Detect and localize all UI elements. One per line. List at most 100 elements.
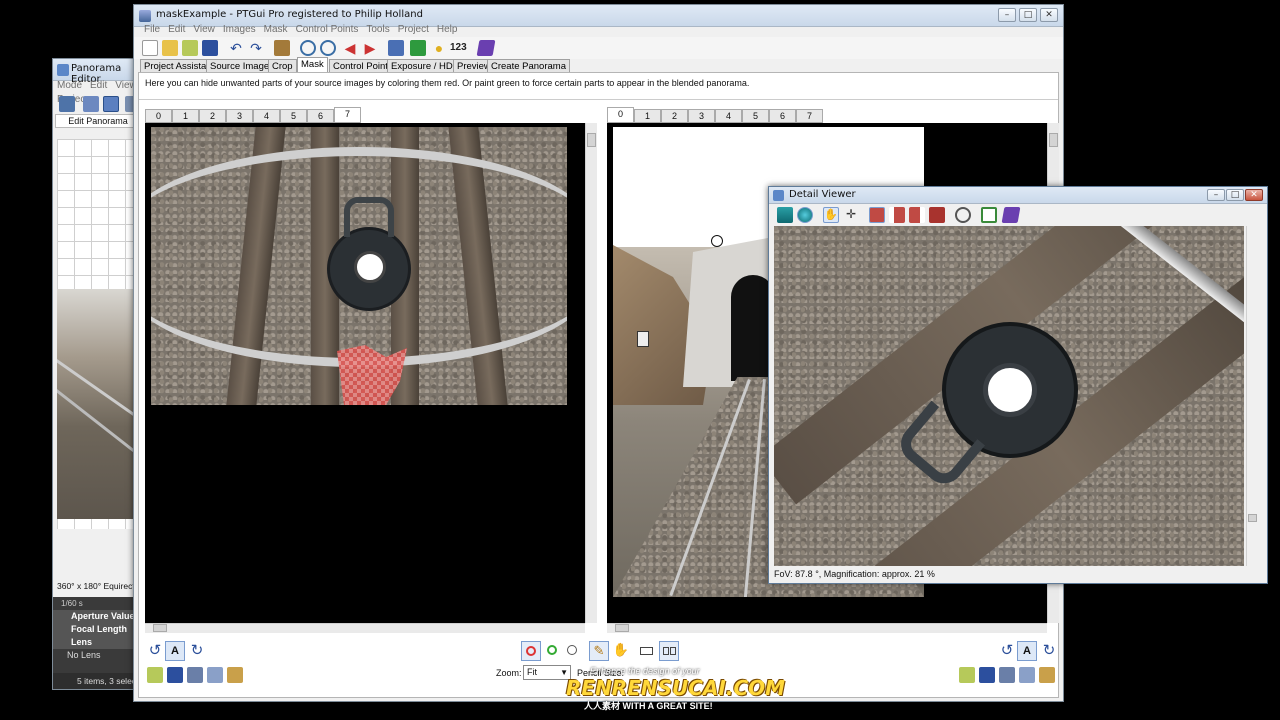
copy-mask-icon[interactable]	[207, 667, 223, 683]
zoom-in-icon[interactable]	[300, 40, 316, 56]
detail-minimize-button[interactable]: –	[1207, 189, 1225, 201]
tab-create-panorama[interactable]: Create Panorama	[487, 59, 570, 73]
load-mask-icon[interactable]	[959, 667, 975, 683]
menu-mask[interactable]: Mask	[264, 23, 288, 37]
menu-help[interactable]: Help	[437, 23, 458, 37]
table-icon[interactable]	[410, 40, 426, 56]
paste-mask-icon[interactable]	[1039, 667, 1055, 683]
save-mask-icon[interactable]	[979, 667, 995, 683]
pencil-tool-icon[interactable]: ✎	[589, 641, 609, 661]
green-paint-icon[interactable]	[543, 641, 563, 661]
red-mask-left-icon[interactable]	[889, 207, 905, 223]
left-tab-3[interactable]: 3	[226, 109, 253, 123]
open-recent-icon[interactable]	[182, 40, 198, 56]
left-vertical-scrollbar[interactable]	[585, 123, 597, 623]
red-mask-brush-icon[interactable]	[869, 207, 885, 223]
menu-images[interactable]: Images	[223, 23, 256, 37]
rotate-right-icon[interactable]: ↻	[187, 641, 207, 661]
hand-pan-icon[interactable]: ✋	[823, 207, 839, 223]
previous-arrow-icon[interactable]: ◀	[342, 40, 358, 56]
detail-vertical-scrollbar[interactable]	[1246, 226, 1258, 566]
right-tab-1[interactable]: 1	[634, 109, 661, 123]
detail-viewer-window[interactable]: Detail Viewer – □ ✕ ✋ ✛ FoV: 87.8 °, Mag…	[768, 186, 1268, 584]
zoom-out-icon[interactable]	[320, 40, 336, 56]
menu-tools[interactable]: Tools	[366, 23, 389, 37]
rotate-left-icon[interactable]: ↺	[145, 641, 165, 661]
minimize-button[interactable]: –	[998, 8, 1016, 22]
right-tab-3[interactable]: 3	[688, 109, 715, 123]
left-tab-7[interactable]: 7	[334, 107, 361, 123]
menu-control-points[interactable]: Control Points	[296, 23, 359, 37]
right-tab-0[interactable]: 0	[607, 107, 634, 123]
redo-icon[interactable]: ↷	[248, 40, 264, 56]
auto-mode-button[interactable]: A	[165, 641, 185, 661]
save-icon[interactable]	[202, 40, 218, 56]
help-book-icon[interactable]	[476, 40, 496, 56]
window-icon[interactable]	[981, 207, 997, 223]
single-view-icon[interactable]	[637, 641, 657, 661]
maximize-button[interactable]: □	[1019, 8, 1037, 22]
left-horizontal-scrollbar[interactable]	[145, 623, 585, 633]
panorama-editor-window[interactable]: Panorama Editor ModeEditViewProjec Edit …	[52, 58, 143, 690]
left-tab-5[interactable]: 5	[280, 109, 307, 123]
right-tab-2[interactable]: 2	[661, 109, 688, 123]
sphere-view-icon[interactable]	[797, 207, 813, 223]
image-view-icon[interactable]	[777, 207, 793, 223]
dual-view-icon[interactable]	[659, 641, 679, 661]
close-button[interactable]: ✕	[1040, 8, 1058, 22]
load-mask-icon[interactable]	[147, 667, 163, 683]
open-project-icon[interactable]	[162, 40, 178, 56]
red-mask-right-icon[interactable]	[909, 207, 925, 223]
right-tab-6[interactable]: 6	[769, 109, 796, 123]
left-tab-1[interactable]: 1	[172, 109, 199, 123]
left-tab-6[interactable]: 6	[307, 109, 334, 123]
auto-mode-button[interactable]: A	[1017, 641, 1037, 661]
detail-maximize-button[interactable]: □	[1226, 189, 1244, 201]
panorama-editor-titlebar[interactable]: Panorama Editor	[53, 59, 141, 85]
panorama-preview[interactable]	[57, 139, 141, 529]
tab-mask[interactable]: Mask	[297, 57, 328, 73]
left-tab-2[interactable]: 2	[199, 109, 226, 123]
lightbulb-icon[interactable]: ●	[431, 40, 447, 56]
rotate-right-icon[interactable]: ↻	[1039, 641, 1059, 661]
move-crosshair-icon[interactable]: ✛	[843, 207, 859, 223]
erase-paint-icon[interactable]	[563, 641, 583, 661]
undo-icon[interactable]: ↶	[228, 40, 244, 56]
clear-mask-icon[interactable]	[999, 667, 1015, 683]
copy-mask-icon[interactable]	[1019, 667, 1035, 683]
select-tool-icon[interactable]	[59, 96, 75, 112]
edit-tool-icon[interactable]	[103, 96, 119, 112]
right-tab-7[interactable]: 7	[796, 109, 823, 123]
fisheye-source-image[interactable]	[151, 127, 567, 405]
lens-header[interactable]: Lens	[53, 636, 143, 649]
next-arrow-icon[interactable]: ▶	[362, 40, 378, 56]
detail-viewer-titlebar[interactable]: Detail Viewer – □ ✕	[769, 187, 1267, 204]
left-tab-4[interactable]: 4	[253, 109, 280, 123]
menu-project[interactable]: Project	[398, 23, 429, 37]
red-mask-full-icon[interactable]	[929, 207, 945, 223]
move-tool-icon[interactable]	[83, 96, 99, 112]
panorama-editor-icon[interactable]	[388, 40, 404, 56]
menu-view[interactable]: View	[193, 23, 215, 37]
rotate-left-icon[interactable]: ↺	[997, 641, 1017, 661]
focal-length-header[interactable]: Focal Length	[53, 623, 143, 636]
right-horizontal-scrollbar[interactable]	[607, 623, 1047, 633]
red-paint-icon[interactable]	[521, 641, 541, 661]
edit-panorama-tab[interactable]: Edit Panorama	[55, 114, 141, 128]
help-book-icon[interactable]	[1001, 207, 1021, 223]
numbering-button[interactable]: 123	[450, 42, 467, 53]
detail-close-button[interactable]: ✕	[1245, 189, 1263, 201]
menu-edit[interactable]: Edit	[168, 23, 185, 37]
fill-tool-icon[interactable]: ✋	[611, 641, 631, 661]
save-mask-icon[interactable]	[167, 667, 183, 683]
paste-mask-icon[interactable]	[227, 667, 243, 683]
stopwatch-icon[interactable]	[955, 207, 971, 223]
menu-file[interactable]: File	[144, 23, 160, 37]
tab-crop[interactable]: Crop	[268, 59, 297, 73]
tools-icon[interactable]	[274, 40, 290, 56]
right-tab-4[interactable]: 4	[715, 109, 742, 123]
clear-mask-icon[interactable]	[187, 667, 203, 683]
menu-mode[interactable]: Mode	[57, 79, 82, 93]
left-tab-0[interactable]: 0	[145, 109, 172, 123]
aperture-header[interactable]: Aperture Value	[53, 610, 143, 623]
